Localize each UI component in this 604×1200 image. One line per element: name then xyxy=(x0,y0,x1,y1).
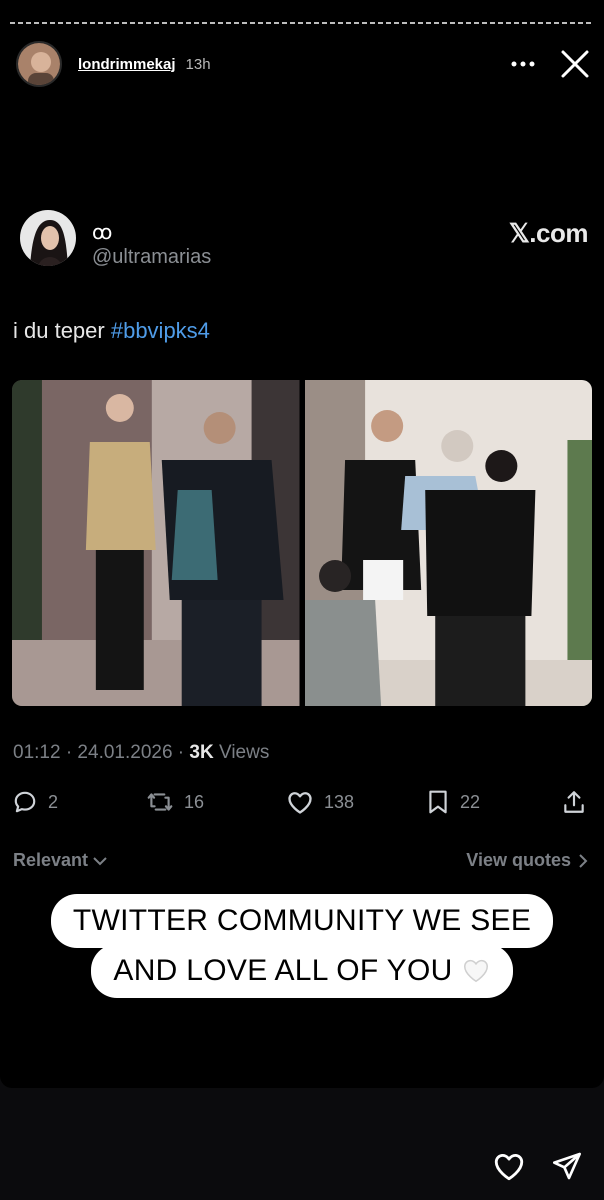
bookmark-count: 22 xyxy=(460,791,481,812)
media-photo-right[interactable] xyxy=(304,380,592,706)
views-count: 3K xyxy=(189,742,214,763)
sort-dropdown[interactable]: Relevant xyxy=(13,850,108,871)
tweet-media[interactable] xyxy=(12,380,592,706)
tweet-datetime: 01:12 · 24.01.2026 · xyxy=(13,742,190,763)
story-progress-bar xyxy=(10,22,594,24)
replies-controls: Relevant View quotes xyxy=(13,850,589,876)
heart-icon[interactable] xyxy=(492,1150,526,1182)
tweet-display-name: ꝏ xyxy=(92,222,113,244)
like-button[interactable]: 138 xyxy=(286,784,354,820)
story-header: londrimmekaj 13h xyxy=(16,40,592,88)
tweet-text: i du teper #bbvipks4 xyxy=(13,318,210,344)
caption-text-2: AND LOVE ALL OF YOU xyxy=(113,954,453,987)
reply-icon xyxy=(14,791,36,813)
media-photo-left[interactable] xyxy=(12,380,300,706)
view-quotes-link[interactable]: View quotes xyxy=(466,850,589,871)
send-icon[interactable] xyxy=(550,1150,584,1182)
tweet-avatar[interactable] xyxy=(20,210,76,266)
story-footer-actions xyxy=(492,1146,584,1186)
chevron-right-icon xyxy=(579,853,588,868)
story-time: 13h xyxy=(185,55,211,73)
close-icon[interactable] xyxy=(558,47,592,81)
more-icon[interactable] xyxy=(508,49,538,79)
bookmark-button[interactable]: 22 xyxy=(426,784,480,820)
bookmark-icon xyxy=(429,790,447,814)
repost-icon xyxy=(147,793,173,811)
reply-count: 2 xyxy=(48,791,59,812)
like-icon xyxy=(288,792,312,814)
share-button[interactable] xyxy=(562,784,586,820)
like-count: 138 xyxy=(324,791,355,812)
tweet-actions: 2 16 138 22 xyxy=(12,784,592,820)
reply-button[interactable]: 2 xyxy=(12,784,58,820)
repost-count: 16 xyxy=(184,791,205,812)
caption-line-1: TWITTER COMMUNITY WE SEE xyxy=(0,894,604,948)
caption-text-1: TWITTER COMMUNITY WE SEE xyxy=(50,894,554,948)
repost-button[interactable]: 16 xyxy=(146,784,204,820)
caption-line-2: AND LOVE ALL OF YOU xyxy=(0,944,604,998)
story-frame: londrimmekaj 13h ꝏ @ultramarias 𝕏.com i … xyxy=(0,0,604,1088)
share-icon xyxy=(564,791,584,813)
chevron-down-icon xyxy=(93,856,107,865)
tweet-header: ꝏ @ultramarias 𝕏.com xyxy=(20,208,590,282)
hashtag-link[interactable]: #bbvipks4 xyxy=(111,318,210,343)
views-label: Views xyxy=(213,742,270,763)
x-brand-logo: 𝕏.com xyxy=(508,218,589,248)
view-quotes-label: View quotes xyxy=(466,850,571,870)
avatar[interactable] xyxy=(16,41,62,87)
story-username[interactable]: londrimmekaj xyxy=(78,56,176,73)
sort-label: Relevant xyxy=(13,850,89,870)
caption-text-2-box: AND LOVE ALL OF YOU xyxy=(91,944,513,998)
tweet-text-body: i du teper xyxy=(13,318,111,343)
tweet-meta: 01:12 · 24.01.2026 · 3K Views xyxy=(13,742,269,764)
tweet-handle[interactable]: @ultramarias xyxy=(92,246,211,269)
white-heart-icon xyxy=(463,959,488,983)
